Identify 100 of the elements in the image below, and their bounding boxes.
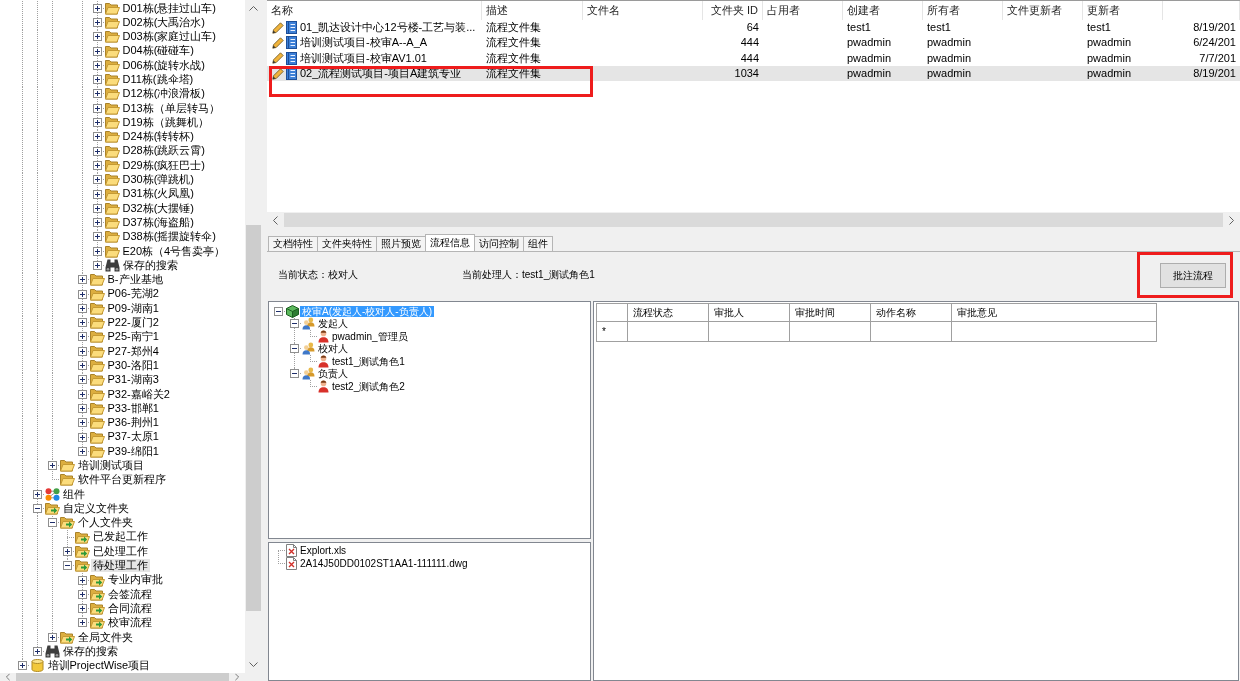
chevron-left-icon[interactable] [273, 215, 278, 225]
vertical-scrollbar[interactable] [245, 0, 262, 673]
expand-icon[interactable] [92, 89, 102, 99]
expand-icon[interactable] [92, 3, 102, 13]
collapse-icon[interactable] [273, 306, 283, 316]
tab[interactable]: 访问控制 [474, 236, 524, 251]
chevron-down-icon[interactable] [249, 662, 258, 667]
column-header[interactable]: 创建者 [843, 1, 923, 20]
column-header[interactable]: 审批意见 [952, 304, 1156, 321]
expand-icon[interactable] [77, 275, 87, 285]
expand-icon[interactable] [77, 303, 87, 313]
tree-item[interactable]: test1_测试角色1 [330, 355, 407, 367]
expand-icon[interactable] [92, 218, 102, 228]
tree-item[interactable]: 负责人 [316, 368, 350, 380]
tree-item[interactable]: 个人文件夹 [75, 516, 135, 530]
tree-item[interactable]: D30栋(弹跳机) [120, 173, 196, 187]
column-header[interactable]: 文件夹 ID [703, 1, 763, 20]
column-header[interactable]: 文件名 [583, 1, 703, 20]
tree-item[interactable]: E20栋（4号售卖亭） [120, 244, 228, 258]
table-row[interactable]: 培训测试项目-校审A--A_A 流程文件集 444 pwadmin pwadmin pwadmin 6/24/201 [267, 35, 1240, 51]
expand-icon[interactable] [92, 132, 102, 142]
tree-item[interactable]: D37栋(海盗船) [120, 215, 196, 230]
table-cell[interactable] [952, 322, 1156, 341]
tree-item[interactable]: D02栋(大禹治水) [120, 15, 207, 30]
tree-item[interactable]: 保存的搜索 [60, 644, 120, 659]
tree-item[interactable]: 合同流程 [105, 601, 154, 616]
tree-item[interactable]: D04栋(碰碰车) [120, 44, 196, 58]
table-cell[interactable] [709, 322, 789, 341]
file-item[interactable]: Explort.xls [298, 544, 349, 557]
expand-icon[interactable] [92, 203, 102, 213]
tree-item[interactable]: D31栋(火凤凰) [120, 187, 196, 201]
column-header[interactable]: 流程状态 [628, 304, 708, 321]
tree-item[interactable]: D38栋(摇摆旋转伞) [120, 230, 218, 244]
tree-item[interactable]: 发起人 [316, 318, 350, 330]
tree-item[interactable]: 待处理工作 [90, 559, 150, 573]
column-header[interactable]: 占用者 [763, 1, 843, 20]
expand-icon[interactable] [77, 332, 87, 342]
expand-icon[interactable] [77, 418, 87, 428]
expand-icon[interactable] [77, 318, 87, 328]
expand-icon[interactable] [77, 618, 87, 628]
chevron-right-icon[interactable] [1229, 215, 1234, 225]
column-header[interactable]: 审批时间 [790, 304, 870, 321]
expand-icon[interactable] [92, 146, 102, 156]
tree-item[interactable]: 自定义文件夹 [60, 501, 131, 516]
collapse-icon[interactable] [289, 319, 299, 329]
expand-icon[interactable] [92, 75, 102, 85]
tree-item[interactable]: P36-荆州1 [105, 416, 161, 430]
expand-icon[interactable] [77, 346, 87, 356]
chevron-up-icon[interactable] [249, 6, 258, 11]
tree-item[interactable]: 会签流程 [105, 587, 154, 601]
tree-item[interactable]: D12栋(冲浪滑板) [120, 87, 207, 101]
expand-icon[interactable] [92, 46, 102, 56]
tree-item[interactable]: P37-太原1 [105, 430, 161, 444]
tree-item[interactable]: 已处理工作 [90, 544, 150, 559]
expand-icon[interactable] [92, 32, 102, 42]
expand-icon[interactable] [77, 604, 87, 614]
tree-item[interactable]: D24栋(转转杯) [120, 130, 196, 144]
column-header[interactable]: 描述 [482, 1, 583, 20]
tree-item[interactable]: pwadmin_管理员 [330, 330, 410, 342]
tree-item[interactable]: P39-绵阳1 [105, 444, 161, 458]
tree-item[interactable]: 软件平台更新程序 [75, 473, 168, 487]
expand-icon[interactable] [92, 261, 102, 270]
column-header[interactable]: 审批人 [709, 304, 789, 321]
expand-icon[interactable] [32, 647, 42, 656]
tree-item[interactable]: P32-嘉峪关2 [105, 387, 172, 401]
tree-item[interactable]: D29栋(疯狂巴士) [120, 158, 207, 173]
expand-icon[interactable] [77, 389, 87, 399]
expand-icon[interactable] [92, 60, 102, 70]
tab[interactable]: 照片预览 [376, 236, 426, 251]
expand-icon[interactable] [77, 375, 87, 385]
tree-item[interactable]: 全局文件夹 [75, 630, 135, 644]
expand-icon[interactable] [62, 546, 72, 556]
expand-icon[interactable] [77, 361, 87, 371]
tree-item[interactable]: 组件 [60, 487, 87, 501]
collapse-icon[interactable] [47, 518, 57, 528]
tree-item[interactable]: 保存的搜索 [120, 258, 180, 273]
tree-item[interactable]: P22-厦门2 [105, 316, 161, 330]
tree-item[interactable]: 培训测试项目 [75, 459, 146, 473]
expand-icon[interactable] [77, 403, 87, 413]
collapse-icon[interactable] [289, 344, 299, 354]
tree-item[interactable]: P33-邯郸1 [105, 401, 161, 416]
tree-item[interactable]: 已发起工作 [90, 530, 150, 544]
tree-item[interactable]: P31-湖南3 [105, 373, 161, 387]
expand-icon[interactable] [92, 118, 102, 127]
tree-item[interactable]: P25-南宁1 [105, 330, 161, 344]
expand-icon[interactable] [92, 103, 102, 113]
column-header[interactable]: 动作名称 [871, 304, 951, 321]
expand-icon[interactable] [92, 189, 102, 199]
tree-item[interactable]: D32栋(大摆锤) [120, 201, 196, 215]
tree-item[interactable]: D06栋(旋转水战) [120, 58, 207, 72]
column-header[interactable]: 文件更新者 [1003, 1, 1083, 20]
expand-icon[interactable] [92, 160, 102, 170]
expand-icon[interactable] [77, 289, 87, 299]
tree-item[interactable]: 培训ProjectWise项目 [45, 659, 153, 673]
expand-icon[interactable] [77, 432, 87, 442]
tree-item[interactable]: D28栋(跳跃云霄) [120, 144, 207, 158]
file-item[interactable]: 2A14J50DD0102ST1AA1-111111.dwg [298, 557, 470, 570]
expand-icon[interactable] [32, 489, 42, 499]
horizontal-scrollbar[interactable] [267, 212, 1240, 228]
tree-item[interactable]: D01栋(悬挂过山车) [120, 1, 218, 15]
